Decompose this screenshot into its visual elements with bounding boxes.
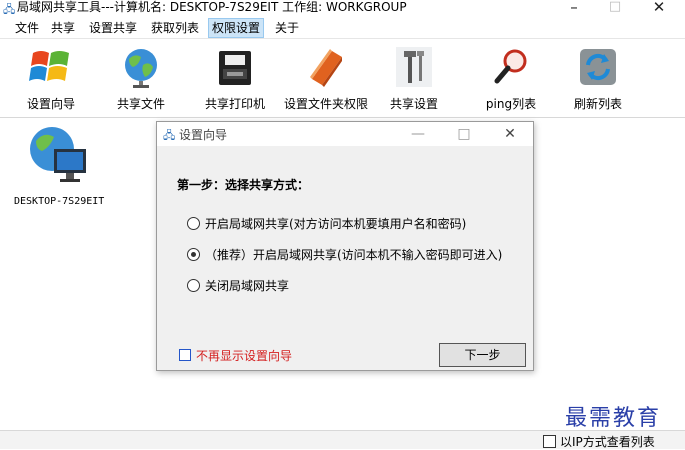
toolbar-label: ping列表 xyxy=(485,97,537,111)
menu-permissions[interactable]: 权限设置 xyxy=(208,18,265,38)
toolbar-label: 刷新列表 xyxy=(573,97,622,111)
toolbar-setup-wizard-button[interactable]: 设置向导 xyxy=(18,41,84,115)
radio-button[interactable] xyxy=(187,248,200,261)
setup-wizard-dialog: 🖧 设置向导 — □ ✕ 第一步：选择共享方式： 开启局域网共享(对方访问本机要… xyxy=(156,121,534,371)
dialog-maximize-button[interactable]: □ xyxy=(449,123,479,145)
menu-about[interactable]: 关于 xyxy=(272,18,302,38)
menu-file[interactable]: 文件 xyxy=(12,18,42,38)
toolbar-ping-list-button[interactable]: ping列表 xyxy=(478,41,544,115)
toolbar-folder-permission-button[interactable]: 设置文件夹权限 xyxy=(280,41,372,115)
toolbar-label: 共享文件 xyxy=(116,97,165,111)
menu-get-list[interactable]: 获取列表 xyxy=(148,18,202,38)
toolbar-share-printer-button[interactable]: 共享打印机 xyxy=(198,41,272,115)
option-label: （推荐）开启局域网共享(访问本机不输入密码即可进入) xyxy=(205,248,503,262)
dialog-title: 设置向导 xyxy=(179,128,228,142)
menu-share[interactable]: 共享 xyxy=(48,18,78,38)
step-heading: 第一步：选择共享方式： xyxy=(177,178,310,192)
printer-icon xyxy=(219,51,251,85)
radio-button[interactable] xyxy=(187,279,200,292)
next-button[interactable]: 下一步 xyxy=(439,343,526,367)
ip-list-label: 以IP方式查看列表 xyxy=(560,435,655,449)
dialog-close-button[interactable]: ✕ xyxy=(495,123,525,145)
title-bar: 🖧 局域网共享工具---计算机名: DESKTOP-7S29EIT 工作组: W… xyxy=(0,0,685,18)
globe-icon xyxy=(125,49,157,88)
menu-set-share[interactable]: 设置共享 xyxy=(86,18,140,38)
host-name: DESKTOP-7S29EIT xyxy=(14,196,105,207)
toolbar-label: 共享打印机 xyxy=(204,97,265,111)
dont-show-label: 不再显示设置向导 xyxy=(196,349,293,363)
window-title: 局域网共享工具---计算机名: DESKTOP-7S29EIT 工作组: WOR… xyxy=(17,0,407,14)
toolbar-label: 共享设置 xyxy=(389,97,438,111)
toolbar-label: 设置向导 xyxy=(26,97,75,111)
refresh-icon xyxy=(580,49,616,85)
toolbar-share-settings-button[interactable]: 共享设置 xyxy=(381,41,447,115)
tools-icon xyxy=(396,47,432,87)
radio-button[interactable] xyxy=(187,217,200,230)
toolbar-refresh-list-button[interactable]: 刷新列表 xyxy=(565,41,631,115)
close-button[interactable]: ✕ xyxy=(641,0,677,18)
toolbar-share-files-button[interactable]: 共享文件 xyxy=(108,41,174,115)
folder-book-icon xyxy=(310,49,342,87)
toolbar: 设置向导 共享文件 共享打印机 设置文件夹权限 共享设置 ping列表 刷新列表 xyxy=(0,39,685,118)
maximize-button[interactable]: □ xyxy=(597,0,633,18)
option-label: 开启局域网共享(对方访问本机要填用户名和密码) xyxy=(205,217,467,231)
toolbar-label: 设置文件夹权限 xyxy=(283,97,368,111)
magnifier-icon xyxy=(494,49,527,84)
ip-list-checkbox[interactable] xyxy=(543,435,556,448)
option-label: 关闭局域网共享 xyxy=(205,279,290,293)
watermark: 最需教育 xyxy=(565,406,662,431)
status-bar: 以IP方式查看列表 xyxy=(0,430,685,449)
dialog-title-bar: 🖧 设置向导 — □ ✕ xyxy=(157,122,533,146)
dont-show-checkbox[interactable] xyxy=(179,349,191,361)
menu-bar: 文件 共享 设置共享 获取列表 权限设置 关于 xyxy=(0,18,685,39)
windows-logo-icon xyxy=(29,51,69,81)
dialog-minimize-button[interactable]: — xyxy=(403,123,433,145)
minimize-button[interactable]: – xyxy=(556,0,592,18)
app-icon: 🖧 xyxy=(163,129,176,142)
computer-globe-icon xyxy=(30,127,86,182)
